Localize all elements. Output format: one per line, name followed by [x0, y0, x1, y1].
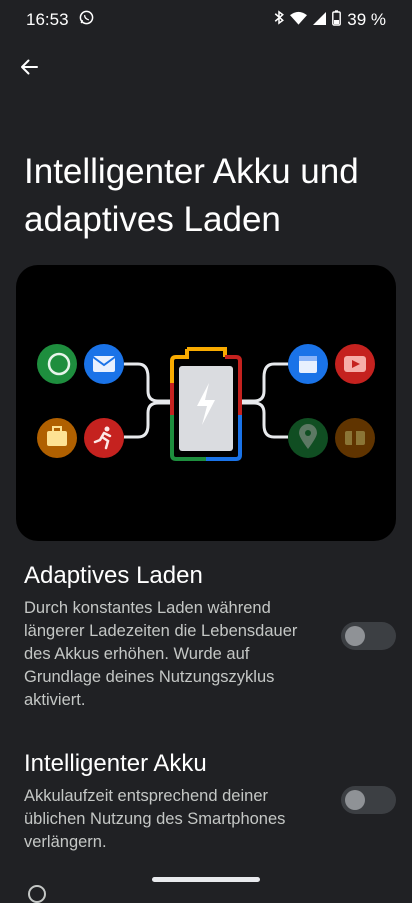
battery-illustration	[16, 265, 396, 541]
adaptive-charging-title: Adaptives Laden	[24, 562, 203, 589]
smart-battery-description: Akkulaufzeit entsprechend deiner übliche…	[24, 787, 286, 851]
whatsapp-icon	[79, 10, 94, 30]
chat-app-icon	[37, 344, 77, 384]
wifi-icon	[290, 10, 308, 30]
video-app-icon	[335, 344, 375, 384]
toggle-knob	[345, 626, 365, 646]
battery-charging-icon	[170, 347, 242, 461]
signal-icon	[313, 10, 327, 30]
gesture-navigation-bar[interactable]	[152, 877, 260, 882]
smart-battery-title: Intelligenter Akku	[24, 750, 207, 777]
adaptive-charging-description: Durch konstantes Laden während längerer …	[24, 599, 298, 709]
runner-app-icon	[84, 418, 124, 458]
status-time: 16:53	[26, 10, 69, 29]
smart-battery-toggle[interactable]	[341, 786, 396, 814]
adaptive-charging-toggle[interactable]	[341, 622, 396, 650]
calendar-app-icon	[288, 344, 328, 384]
info-icon	[28, 885, 46, 903]
status-left: 16:53	[26, 10, 94, 30]
suitcase-app-icon	[37, 418, 77, 458]
page-title: Intelligenter Akku und adaptives Laden	[24, 152, 359, 239]
status-bar: 16:53 39 %	[0, 0, 412, 40]
mail-app-icon	[84, 344, 124, 384]
wallet-app-icon	[335, 418, 375, 458]
maps-app-icon	[288, 418, 328, 458]
battery-icon	[332, 9, 342, 31]
arrow-back-icon	[19, 57, 39, 82]
battery-percent: 39 %	[347, 10, 386, 29]
back-button[interactable]	[14, 54, 44, 84]
status-right: 39 %	[274, 9, 386, 31]
bluetooth-icon	[274, 10, 285, 30]
toggle-knob	[345, 790, 365, 810]
